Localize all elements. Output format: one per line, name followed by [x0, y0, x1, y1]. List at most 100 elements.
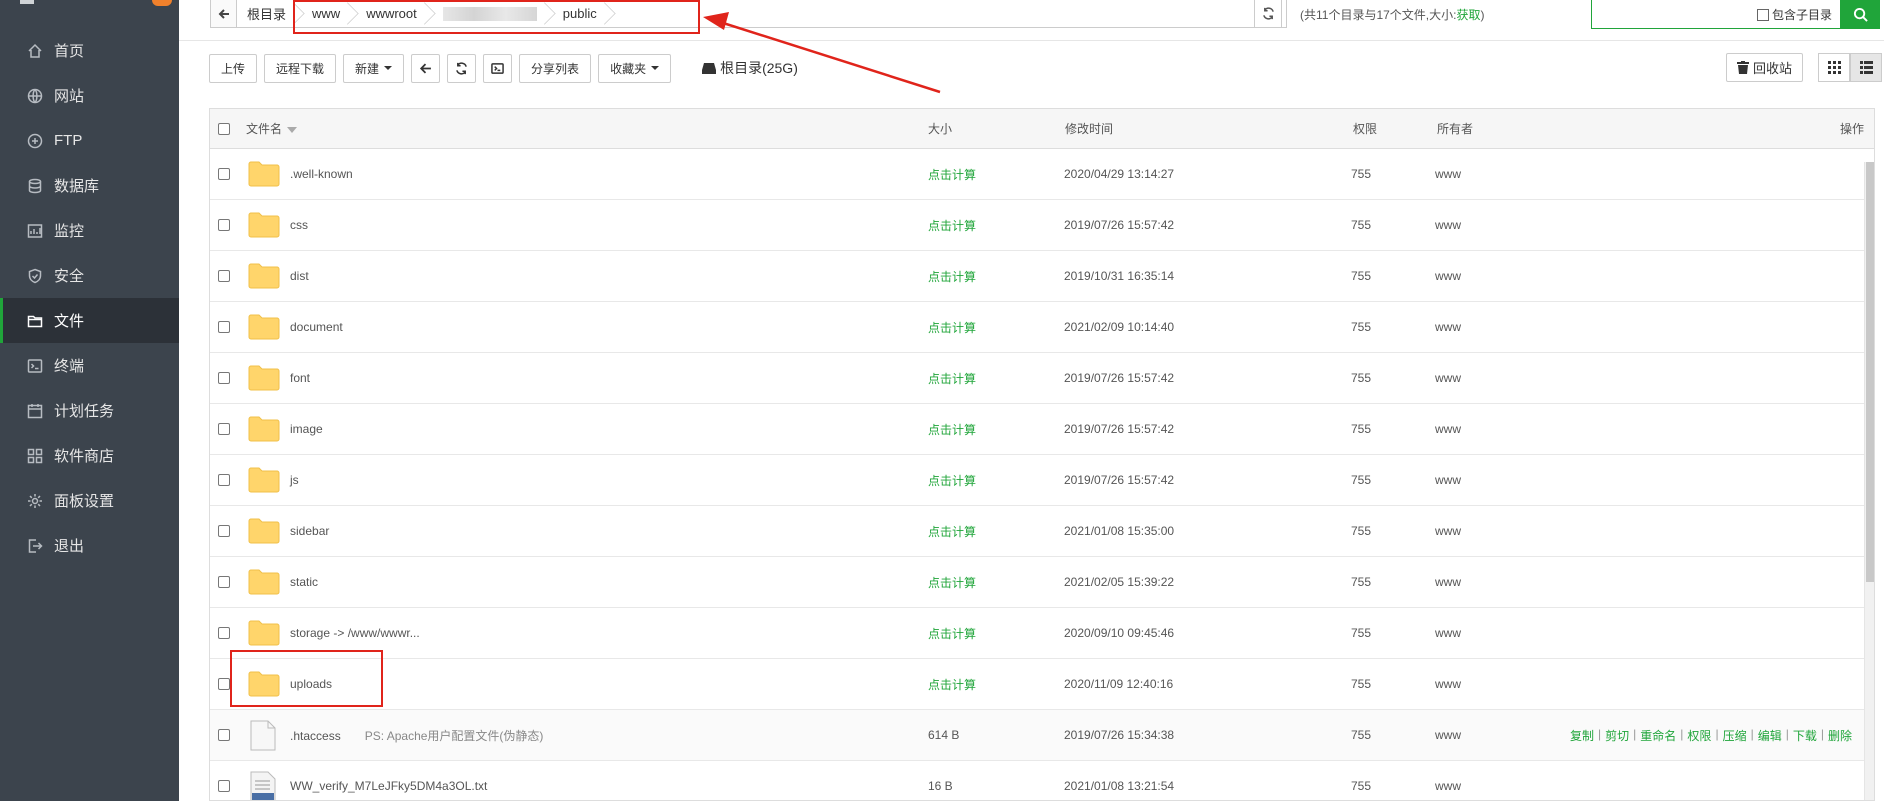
file-size[interactable]: 点击计算: [928, 217, 976, 234]
file-size[interactable]: 点击计算: [928, 523, 976, 540]
row-action-link[interactable]: 删除: [1828, 727, 1852, 744]
file-permission[interactable]: 755: [1351, 167, 1371, 181]
table-row[interactable]: WW_verify_M7LeJFky5DM4a3OL.txt 16 B 2021/0…: [210, 761, 1874, 800]
header-mtime[interactable]: 修改时间: [1065, 120, 1113, 137]
search-button[interactable]: [1840, 0, 1880, 29]
row-checkbox[interactable]: [218, 321, 230, 333]
refresh-button[interactable]: [447, 53, 477, 83]
upload-button[interactable]: 上传: [209, 53, 258, 83]
header-perm[interactable]: 权限: [1353, 120, 1377, 137]
file-size[interactable]: 点击计算: [928, 166, 976, 183]
get-size-link[interactable]: 获取: [1456, 8, 1480, 22]
disk-root-link[interactable]: 根目录(25G): [702, 58, 798, 78]
file-size[interactable]: 点击计算: [928, 421, 976, 438]
file-name[interactable]: image: [290, 422, 323, 436]
file-permission[interactable]: 755: [1351, 728, 1371, 742]
sidebar-item-3[interactable]: 数据库: [0, 163, 179, 208]
search-input[interactable]: [1592, 0, 1752, 26]
file-permission[interactable]: 755: [1351, 269, 1371, 283]
file-permission[interactable]: 755: [1351, 371, 1371, 385]
notification-badge[interactable]: [152, 0, 172, 6]
file-permission[interactable]: 755: [1351, 779, 1371, 793]
file-permission[interactable]: 755: [1351, 677, 1371, 691]
new-dropdown-button[interactable]: 新建: [343, 53, 405, 83]
file-name[interactable]: static: [290, 575, 318, 589]
row-checkbox[interactable]: [218, 729, 230, 741]
sidebar-item-10[interactable]: 面板设置: [0, 478, 179, 523]
file-name[interactable]: .well-known: [290, 167, 353, 181]
sidebar-item-6[interactable]: 文件: [0, 298, 179, 343]
include-subdir-option[interactable]: 包含子目录: [1756, 6, 1832, 23]
table-row[interactable]: image 点击计算 2019/07/26 15:57:42 755 www: [210, 404, 1874, 455]
row-checkbox[interactable]: [218, 576, 230, 588]
row-checkbox[interactable]: [218, 423, 230, 435]
row-checkbox[interactable]: [218, 678, 230, 690]
row-checkbox[interactable]: [218, 525, 230, 537]
header-owner[interactable]: 所有者: [1437, 120, 1473, 137]
file-permission[interactable]: 755: [1351, 524, 1371, 538]
sidebar-item-9[interactable]: 软件商店: [0, 433, 179, 478]
table-row[interactable]: css 点击计算 2019/07/26 15:57:42 755 www: [210, 200, 1874, 251]
table-row[interactable]: font 点击计算 2019/07/26 15:57:42 755 www: [210, 353, 1874, 404]
sidebar-item-1[interactable]: 网站: [0, 73, 179, 118]
file-size[interactable]: 点击计算: [928, 319, 976, 336]
sidebar-item-2[interactable]: FTP: [0, 118, 179, 163]
row-action-link[interactable]: 剪切: [1605, 727, 1629, 744]
breadcrumb-item[interactable]: www: [300, 0, 354, 28]
row-action-link[interactable]: 权限: [1687, 727, 1711, 744]
back-button[interactable]: [411, 53, 441, 83]
sidebar-item-8[interactable]: 计划任务: [0, 388, 179, 433]
table-row[interactable]: storage -> /www/wwwr... 点击计算 2020/09/10 09…: [210, 608, 1874, 659]
table-row[interactable]: js 点击计算 2019/07/26 15:57:42 755 www: [210, 455, 1874, 506]
favorites-dropdown-button[interactable]: 收藏夹: [598, 53, 672, 83]
remote-download-button[interactable]: 远程下载: [264, 53, 337, 83]
file-size[interactable]: 点击计算: [928, 370, 976, 387]
file-permission[interactable]: 755: [1351, 626, 1371, 640]
file-size[interactable]: 点击计算: [928, 625, 976, 642]
path-back-button[interactable]: [210, 0, 237, 28]
file-name[interactable]: .htaccess PS: Apache用户配置文件(伪静态): [290, 727, 543, 744]
row-action-link[interactable]: 重命名: [1640, 727, 1676, 744]
file-permission[interactable]: 755: [1351, 473, 1371, 487]
file-permission[interactable]: 755: [1351, 320, 1371, 334]
sidebar-item-7[interactable]: 终端: [0, 343, 179, 388]
file-name[interactable]: document: [290, 320, 343, 334]
row-action-link[interactable]: 压缩: [1723, 727, 1747, 744]
breadcrumb-item[interactable]: wwwroot: [354, 0, 431, 28]
row-action-link[interactable]: 编辑: [1758, 727, 1782, 744]
breadcrumb-item[interactable]: public: [551, 0, 611, 28]
file-size[interactable]: 点击计算: [928, 472, 976, 489]
breadcrumb-item[interactable]: [431, 0, 551, 28]
table-row[interactable]: .well-known 点击计算 2020/04/29 13:14:27 755 www: [210, 149, 1874, 200]
row-checkbox[interactable]: [218, 219, 230, 231]
list-view-button[interactable]: [1850, 53, 1882, 82]
table-row[interactable]: uploads 点击计算 2020/11/09 12:40:16 755 www: [210, 659, 1874, 710]
breadcrumb-item[interactable]: 根目录: [237, 0, 300, 28]
select-all-checkbox[interactable]: [218, 122, 230, 135]
file-permission[interactable]: 755: [1351, 422, 1371, 436]
row-checkbox[interactable]: [218, 627, 230, 639]
file-name[interactable]: sidebar: [290, 524, 329, 538]
file-size[interactable]: 点击计算: [928, 676, 976, 693]
header-size[interactable]: 大小: [928, 120, 952, 137]
file-name[interactable]: css: [290, 218, 308, 232]
table-row[interactable]: sidebar 点击计算 2021/01/08 15:35:00 755 www: [210, 506, 1874, 557]
header-name[interactable]: 文件名: [246, 120, 298, 137]
include-subdir-checkbox[interactable]: [1756, 8, 1769, 21]
table-row[interactable]: .htaccess PS: Apache用户配置文件(伪静态) 614 B 2019/…: [210, 710, 1874, 761]
row-checkbox[interactable]: [218, 474, 230, 486]
share-list-button[interactable]: 分享列表: [519, 53, 592, 83]
file-permission[interactable]: 755: [1351, 218, 1371, 232]
file-permission[interactable]: 755: [1351, 575, 1371, 589]
row-checkbox[interactable]: [218, 780, 230, 792]
sidebar-item-11[interactable]: 退出: [0, 523, 179, 568]
table-row[interactable]: document 点击计算 2021/02/09 10:14:40 755 www: [210, 302, 1874, 353]
file-name[interactable]: js: [290, 473, 299, 487]
row-action-link[interactable]: 复制: [1570, 727, 1594, 744]
row-checkbox[interactable]: [218, 270, 230, 282]
row-checkbox[interactable]: [218, 168, 230, 180]
table-row[interactable]: dist 点击计算 2019/10/31 16:35:14 755 www: [210, 251, 1874, 302]
recycle-bin-button[interactable]: 回收站: [1726, 53, 1804, 82]
row-checkbox[interactable]: [218, 372, 230, 384]
sidebar-item-5[interactable]: 安全: [0, 253, 179, 298]
